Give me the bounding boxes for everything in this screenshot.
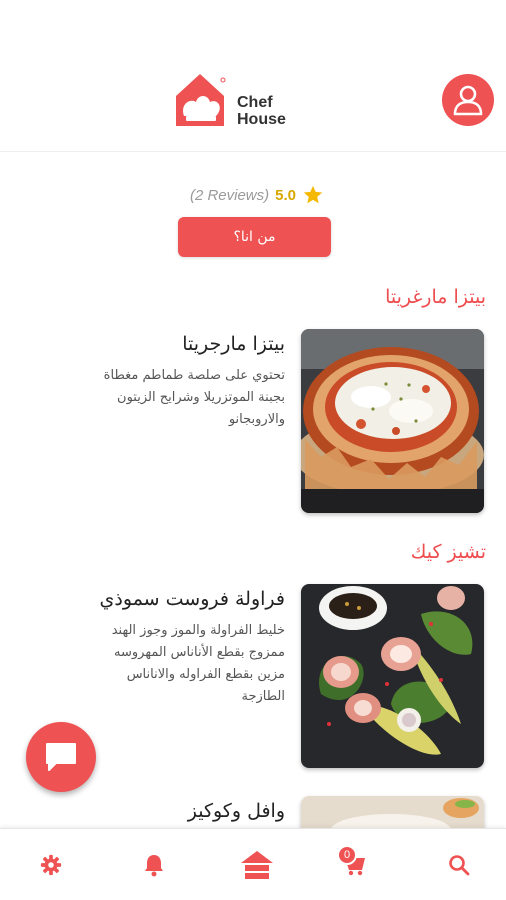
brand-name-line2: House <box>237 111 286 128</box>
nav-settings[interactable] <box>33 847 69 883</box>
nav-search[interactable] <box>441 847 477 883</box>
brand-name-line1: Chef <box>237 94 273 111</box>
profile-button[interactable] <box>442 74 494 126</box>
reviews-count[interactable]: (2 Reviews) <box>190 187 269 204</box>
section-title: بيتزا مارغريتا <box>385 286 486 308</box>
nav-notifications[interactable] <box>136 847 172 883</box>
about-me-button[interactable]: من انا؟ <box>178 217 331 257</box>
gear-icon <box>40 854 62 876</box>
pizza-photo <box>301 329 484 513</box>
bottom-nav <box>0 828 506 900</box>
bell-icon <box>145 855 163 877</box>
home-icon <box>241 851 273 879</box>
menu-item-name: بيتزا مارجريتا <box>182 333 285 355</box>
menu-item-image[interactable] <box>301 584 484 768</box>
user-icon <box>453 85 483 116</box>
menu-item-text: وافل وكوكيز <box>95 796 285 822</box>
menu-item-name: وافل وكوكيز <box>187 800 285 822</box>
store-rating: (2 Reviews) 5.0 <box>190 183 324 207</box>
menu-item-text: فراولة فروست سموذي خليط الفراولة والموز … <box>95 584 285 708</box>
chat-button[interactable] <box>26 722 96 792</box>
search-icon <box>449 855 470 876</box>
star-icon <box>303 185 323 204</box>
menu-item-description: خليط الفراولة والموز وجوز الهند ممزوج بق… <box>111 623 285 704</box>
menu-item-name: فراولة فروست سموذي <box>99 588 285 610</box>
menu-item-image[interactable] <box>301 329 484 513</box>
app-header: Chef House <box>0 0 506 152</box>
section-title: تشيز كيك <box>410 541 486 563</box>
salad-photo <box>301 584 484 768</box>
menu-item-description: تحتوي على صلصة طماطم مغطاة بجبنة الموتزر… <box>103 368 285 427</box>
brand-name: Chef House <box>237 94 286 128</box>
chat-bubble-icon <box>46 743 76 771</box>
brand-logo[interactable]: Chef House <box>170 70 300 130</box>
menu-item-text: بيتزا مارجريتا تحتوي على صلصة طماطم مغطا… <box>95 329 285 431</box>
nav-home[interactable] <box>235 847 279 883</box>
rating-score: 5.0 <box>275 186 296 204</box>
cart-badge: 0 <box>337 845 357 865</box>
chef-hat-house-icon <box>176 74 226 126</box>
